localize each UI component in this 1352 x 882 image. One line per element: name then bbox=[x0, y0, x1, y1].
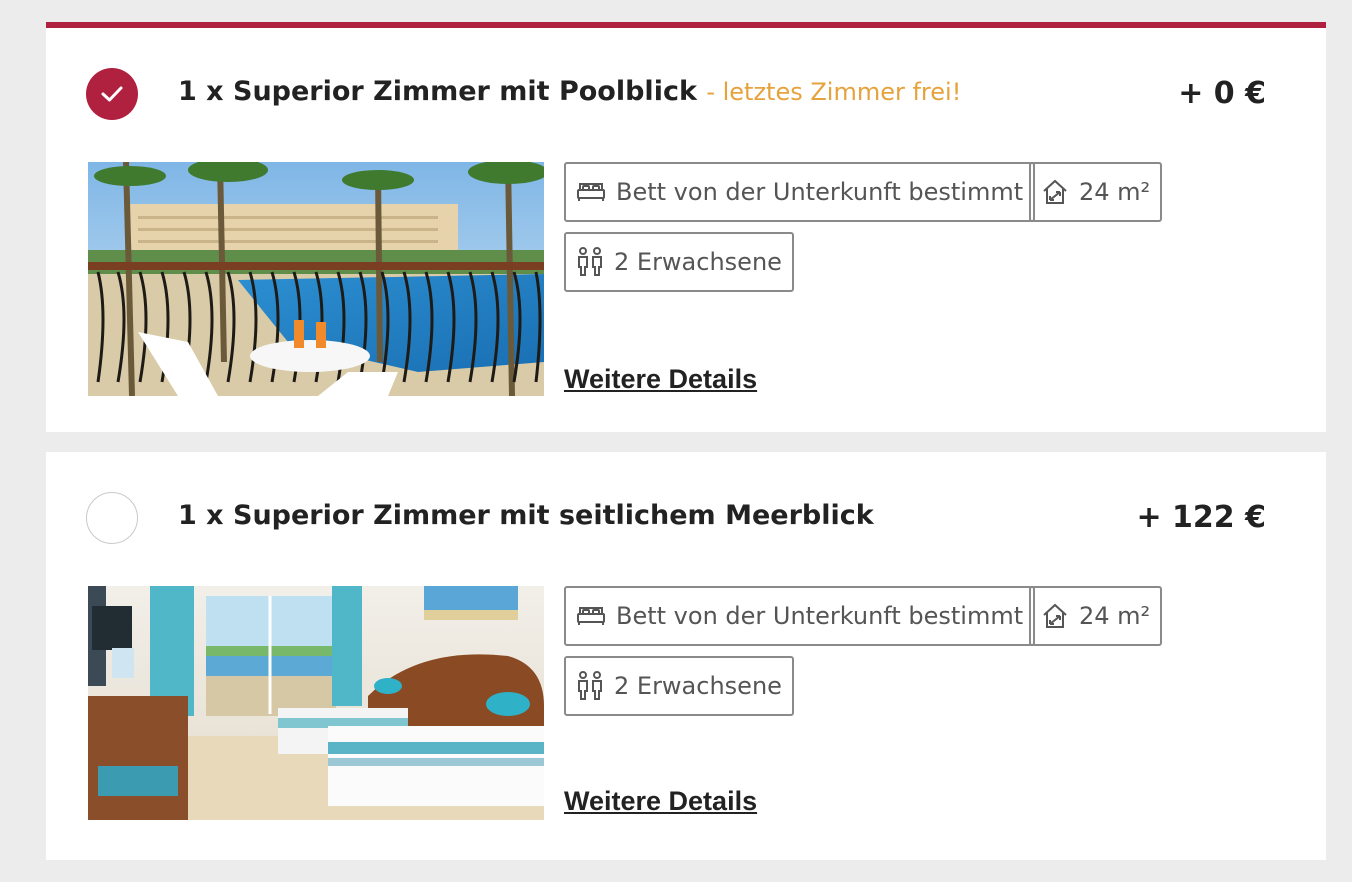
size-info-text: 24 m² bbox=[1079, 602, 1151, 630]
room-price-2: + 122 € bbox=[1136, 500, 1266, 535]
bed-info-chip-1: Bett von der Unterkunft bestimmt bbox=[564, 162, 1036, 222]
bed-info-text: Bett von der Unterkunft bestimmt bbox=[616, 602, 1024, 630]
room-title-text: 1 x Superior Zimmer mit seitlichem Meerb… bbox=[178, 500, 874, 531]
room-card-2[interactable]: 1 x Superior Zimmer mit seitlichem Meerb… bbox=[46, 452, 1326, 860]
adults-icon bbox=[576, 247, 604, 277]
room-size-icon bbox=[1041, 178, 1069, 206]
details-link-2[interactable]: Weitere Details bbox=[564, 786, 757, 817]
guests-info-text: 2 Erwachsene bbox=[614, 672, 782, 700]
room-select-radio-1[interactable] bbox=[86, 68, 138, 120]
details-link-1[interactable]: Weitere Details bbox=[564, 364, 757, 395]
adults-icon bbox=[576, 671, 604, 701]
room-photo-1[interactable] bbox=[88, 162, 544, 396]
guests-info-chip-2: 2 Erwachsene bbox=[564, 656, 794, 716]
room-size-icon bbox=[1041, 602, 1069, 630]
room-select-radio-2[interactable] bbox=[86, 492, 138, 544]
bed-icon bbox=[576, 181, 606, 203]
room-title-text: 1 x Superior Zimmer mit Poolblick bbox=[178, 76, 697, 107]
room-photo-2[interactable] bbox=[88, 586, 544, 820]
checkmark-icon bbox=[101, 86, 123, 102]
room-price-1: + 0 € bbox=[1178, 76, 1266, 111]
size-info-chip-1: 24 m² bbox=[1029, 162, 1163, 222]
room-title-2: 1 x Superior Zimmer mit seitlichem Meerb… bbox=[178, 500, 874, 531]
bed-info-text: Bett von der Unterkunft bestimmt bbox=[616, 178, 1024, 206]
room-card-1[interactable]: 1 x Superior Zimmer mit Poolblick - letz… bbox=[46, 22, 1326, 432]
size-info-chip-2: 24 m² bbox=[1029, 586, 1163, 646]
guests-info-chip-1: 2 Erwachsene bbox=[564, 232, 794, 292]
bed-info-chip-2: Bett von der Unterkunft bestimmt bbox=[564, 586, 1036, 646]
guests-info-text: 2 Erwachsene bbox=[614, 248, 782, 276]
availability-badge: - letztes Zimmer frei! bbox=[706, 78, 962, 106]
bed-icon bbox=[576, 605, 606, 627]
room-title-1: 1 x Superior Zimmer mit Poolblick - letz… bbox=[178, 76, 961, 107]
size-info-text: 24 m² bbox=[1079, 178, 1151, 206]
